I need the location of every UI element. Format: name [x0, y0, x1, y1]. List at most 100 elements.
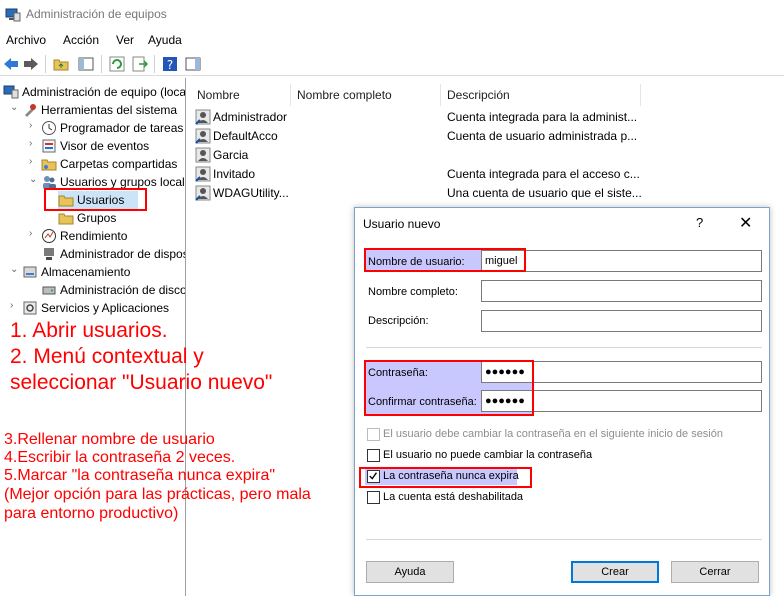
- dialog-divider: [366, 347, 762, 348]
- account-disabled-checkbox[interactable]: [367, 491, 380, 504]
- menu-archivo[interactable]: Archivo: [6, 33, 46, 47]
- annotation-box-users: [44, 188, 147, 211]
- help-icon[interactable]: ?: [161, 55, 179, 73]
- tree-item-label: Visor de eventos: [60, 139, 150, 153]
- up-folder-icon[interactable]: [52, 55, 70, 73]
- performance-icon: [42, 229, 56, 243]
- forward-arrow-icon[interactable]: [22, 55, 40, 73]
- tree-item-label: Programador de tareas: [60, 121, 184, 135]
- properties-pane-icon[interactable]: [184, 55, 202, 73]
- collapse-chevron-icon[interactable]: ⌄: [10, 264, 18, 275]
- collapse-chevron-icon[interactable]: ⌄: [10, 102, 18, 113]
- user-icon: [195, 185, 211, 201]
- user-icon: [195, 128, 211, 144]
- folder-icon: [58, 213, 74, 225]
- fullname-input[interactable]: [481, 280, 762, 302]
- column-separator[interactable]: [290, 84, 291, 106]
- close-button[interactable]: Cerrar: [671, 561, 759, 583]
- annotation-step-5: 5.Marcar "la contraseña nunca expira": [4, 467, 276, 484]
- toolbar: ?: [0, 52, 784, 76]
- column-separator[interactable]: [640, 84, 641, 106]
- shared-folder-icon: [41, 159, 57, 171]
- computer-management-icon: [5, 8, 21, 22]
- annotation-step-2: 2. Menú contextual y: [10, 345, 204, 368]
- window-title: Administración de equipos: [26, 7, 167, 21]
- close-icon[interactable]: ✕: [739, 213, 752, 233]
- user-description: Una cuenta de usuario que el siste...: [447, 186, 642, 200]
- svg-text:?: ?: [167, 58, 173, 72]
- tools-icon: [25, 104, 36, 117]
- help-icon[interactable]: ?: [696, 215, 703, 230]
- tree-item-label: Carpetas compartidas: [60, 157, 178, 171]
- tree-item-label: Usuarios y grupos locales: [60, 175, 186, 189]
- expand-chevron-icon[interactable]: ›: [29, 228, 32, 239]
- user-name: WDAGUtility...: [213, 186, 289, 200]
- menu-ayuda[interactable]: Ayuda: [148, 33, 182, 47]
- collapse-chevron-icon[interactable]: ⌄: [29, 174, 37, 185]
- annotation-note-2: para entorno productivo): [4, 505, 179, 522]
- tree-item-label: Grupos: [77, 211, 117, 225]
- services-icon: [23, 301, 37, 315]
- create-button[interactable]: Crear: [571, 561, 659, 583]
- tree-item-label: Administración de discos: [60, 283, 186, 297]
- annotation-step-3: 3.Rellenar nombre de usuario: [4, 431, 215, 448]
- show-hide-tree-icon[interactable]: [77, 55, 95, 73]
- toolbar-separator: [154, 55, 155, 73]
- must-change-password-label: El usuario debe cambiar la contraseña en…: [383, 428, 723, 440]
- column-header-fullname[interactable]: Nombre completo: [297, 88, 392, 102]
- event-viewer-icon: [42, 139, 56, 153]
- user-name: DefaultAcco: [213, 129, 278, 143]
- account-disabled-label: La cuenta está deshabilitada: [383, 491, 524, 503]
- annotation-box-username: [364, 248, 526, 272]
- description-label: Descripción:: [368, 315, 429, 327]
- expand-chevron-icon[interactable]: ›: [29, 156, 32, 167]
- help-button[interactable]: Ayuda: [366, 561, 454, 583]
- must-change-password-checkbox[interactable]: [367, 428, 380, 441]
- user-description: Cuenta integrada para el acceso c...: [447, 167, 640, 181]
- toolbar-separator: [45, 55, 46, 73]
- title-bar: Administración de equipos: [0, 0, 784, 30]
- user-description: Cuenta integrada para la administ...: [447, 110, 638, 124]
- annotation-box-never-expires: [359, 467, 532, 488]
- user-icon: [195, 166, 211, 182]
- menu-accion[interactable]: Acción: [63, 33, 99, 47]
- column-separator[interactable]: [440, 84, 441, 106]
- refresh-icon[interactable]: [108, 55, 126, 73]
- table-row[interactable]: Administrador Cuenta integrada para la a…: [195, 108, 784, 127]
- menu-ver[interactable]: Ver: [116, 33, 134, 47]
- menu-bar: Archivo Acción Ver Ayuda: [0, 30, 784, 50]
- user-description: Cuenta de usuario administrada p...: [447, 129, 638, 143]
- user-icon: [195, 147, 211, 163]
- computer-management-icon: [3, 85, 19, 99]
- annotation-note-1: (Mejor opción para las prácticas, pero m…: [4, 486, 311, 503]
- dialog-title: Usuario nuevo: [363, 217, 441, 231]
- device-manager-icon: [44, 248, 54, 260]
- annotation-step-4: 4.Escribir la contraseña 2 veces.: [4, 449, 236, 466]
- cannot-change-password-label: El usuario no puede cambiar la contraseñ…: [383, 449, 593, 461]
- tree-item-label: Administrador de dispositivos: [60, 247, 186, 261]
- user-name: Garcia: [213, 148, 249, 162]
- annotation-step-1: 1. Abrir usuarios.: [10, 319, 168, 342]
- clock-icon: [42, 121, 56, 135]
- tree-item-label: Administración de equipo (local): [22, 85, 186, 99]
- tree-item-label: Rendimiento: [60, 229, 128, 243]
- back-arrow-icon[interactable]: [2, 55, 20, 73]
- table-row[interactable]: DefaultAcco Cuenta de usuario administra…: [195, 127, 784, 146]
- tree-item-label: Servicios y Aplicaciones: [41, 301, 170, 315]
- column-header-name[interactable]: Nombre: [197, 88, 240, 102]
- user-icon: [195, 109, 211, 125]
- expand-chevron-icon[interactable]: ›: [29, 120, 32, 131]
- expand-chevron-icon[interactable]: ›: [10, 300, 13, 311]
- column-header-description[interactable]: Descripción: [447, 88, 510, 102]
- table-row[interactable]: Invitado Cuenta integrada para el acceso…: [195, 165, 784, 184]
- description-input[interactable]: [481, 310, 762, 332]
- table-row[interactable]: Garcia: [195, 146, 784, 165]
- storage-icon: [23, 266, 37, 278]
- dialog-divider: [366, 539, 762, 540]
- cannot-change-password-checkbox[interactable]: [367, 449, 380, 462]
- fullname-label: Nombre completo:: [368, 286, 458, 298]
- table-row[interactable]: WDAGUtility... Una cuenta de usuario que…: [195, 184, 784, 203]
- annotation-box-passwords: [364, 360, 534, 416]
- export-list-icon[interactable]: [131, 55, 149, 73]
- expand-chevron-icon[interactable]: ›: [29, 138, 32, 149]
